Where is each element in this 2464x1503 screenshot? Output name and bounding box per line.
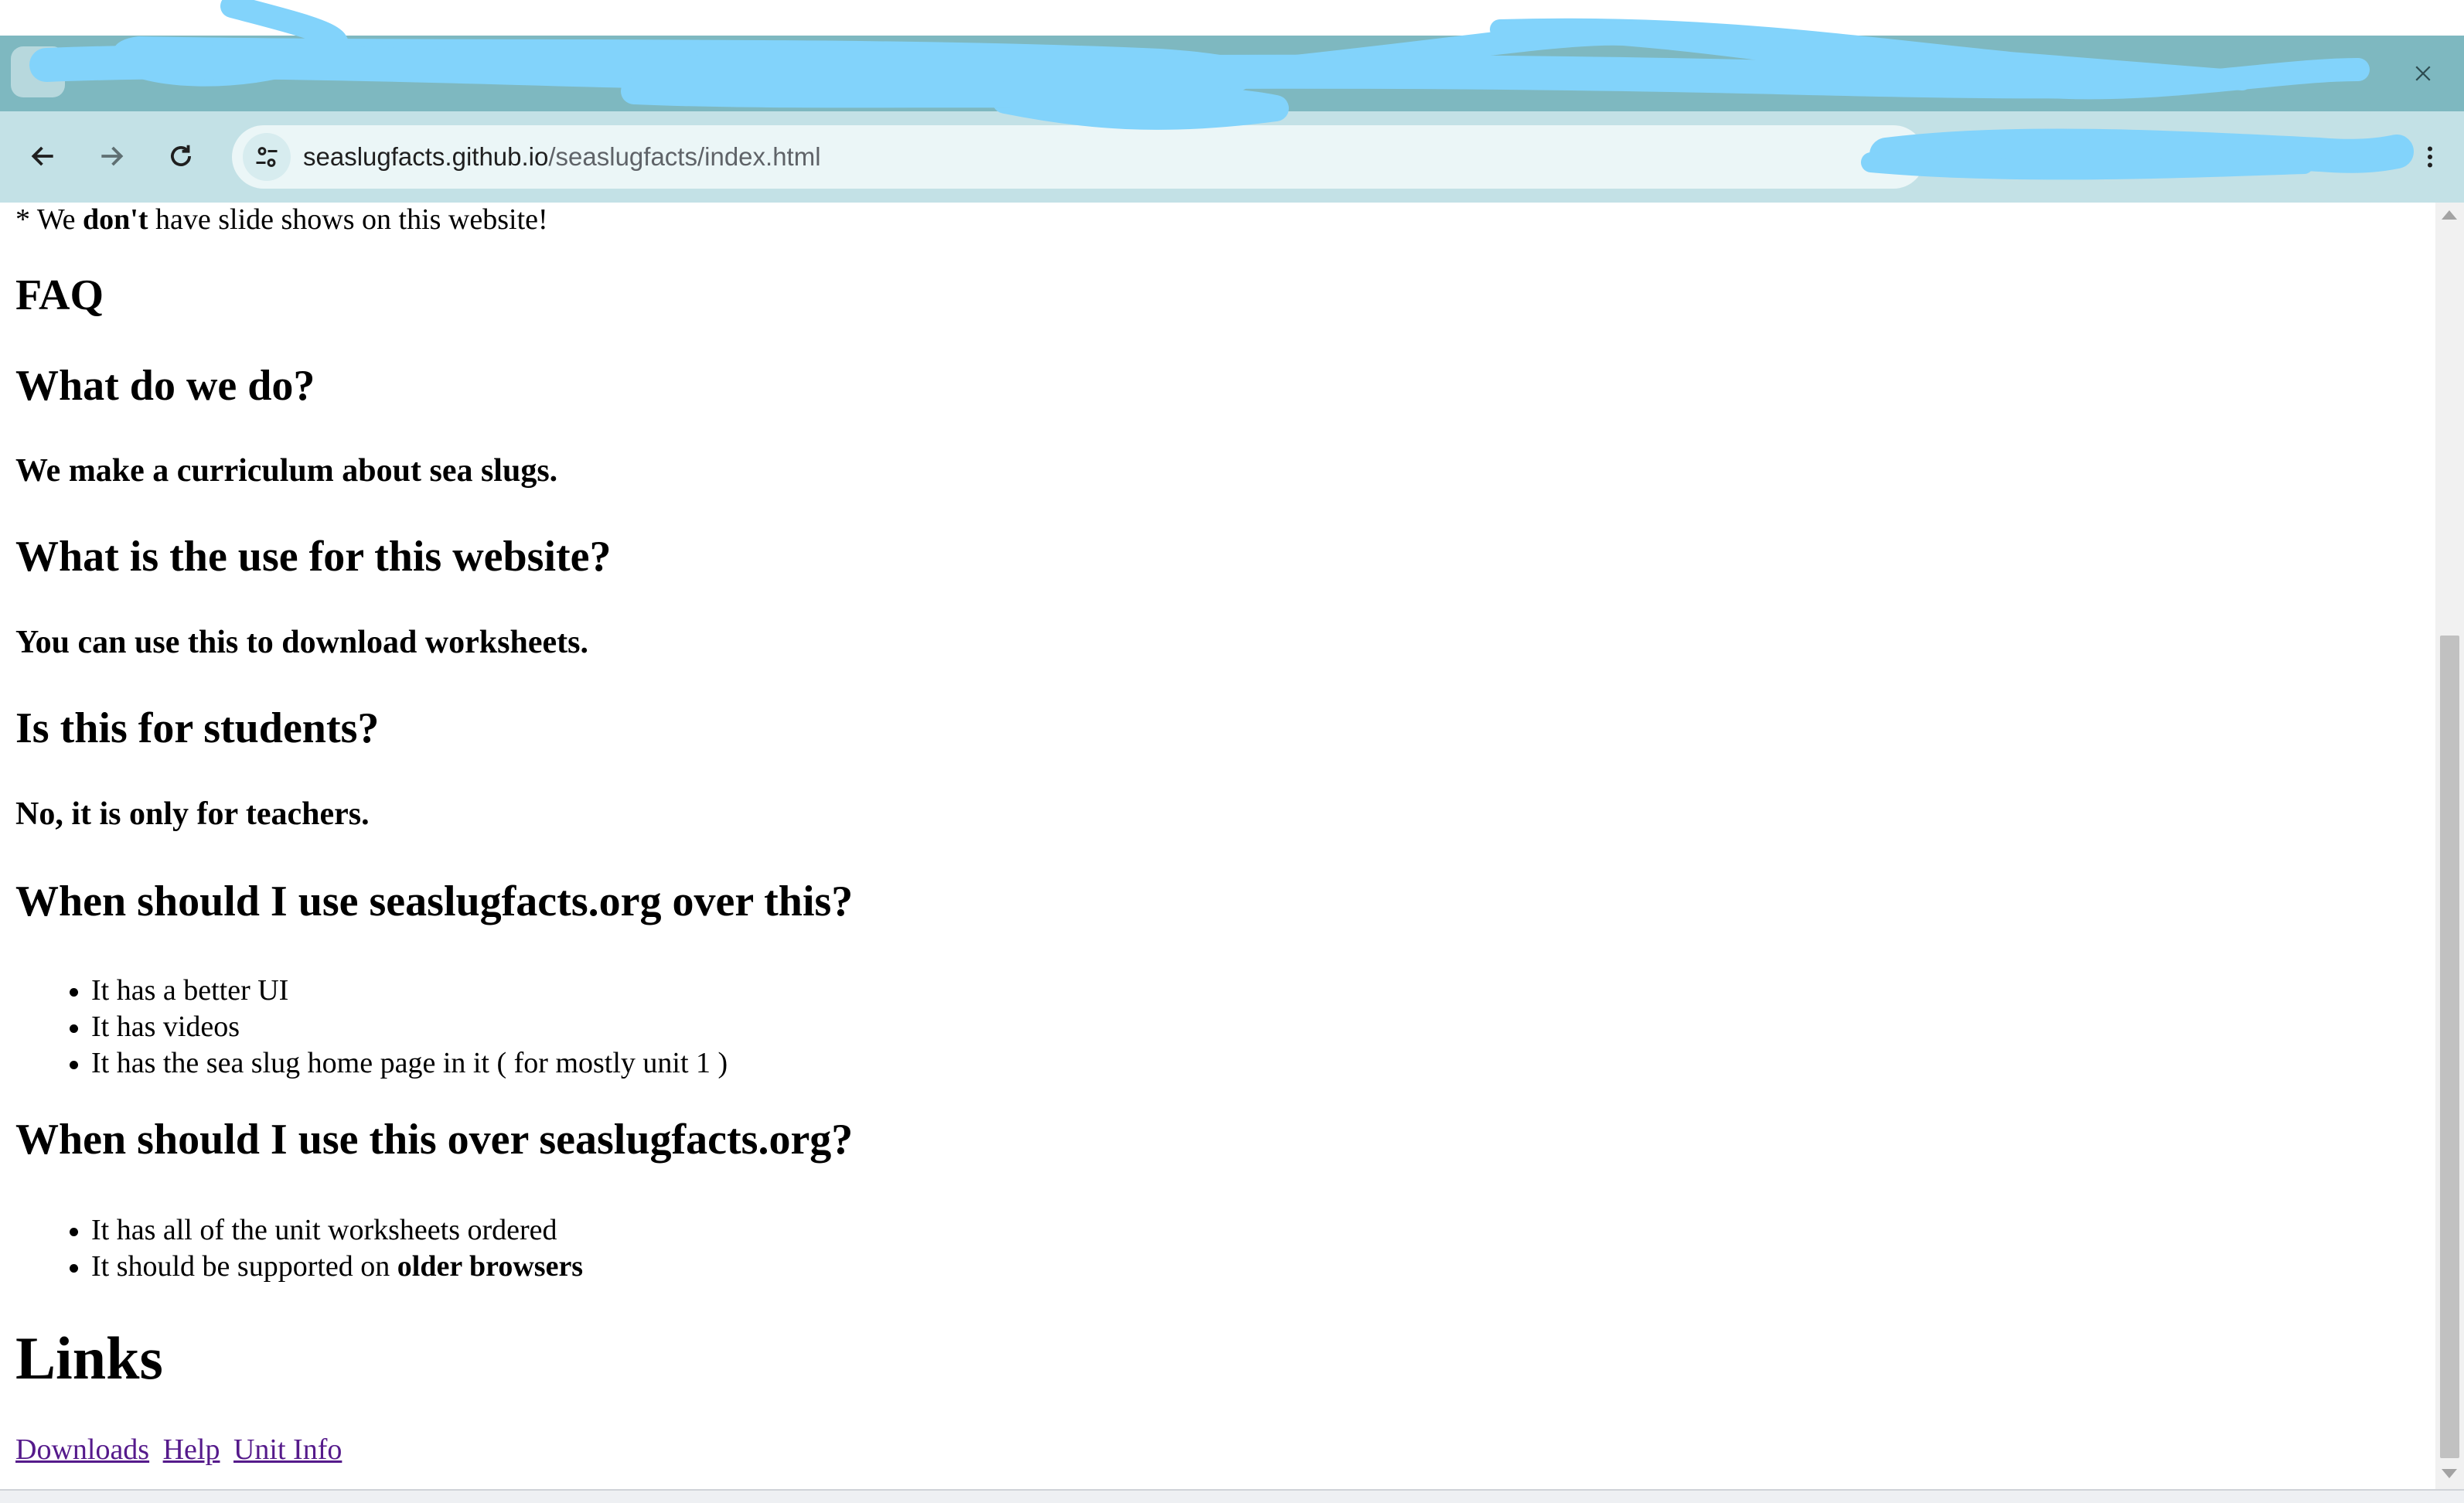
faq-question: Is this for students? <box>15 704 380 752</box>
arrow-left-icon <box>31 146 53 166</box>
list-item-text: It should be supported on <box>91 1250 397 1283</box>
unit-info-link[interactable]: Unit Info <box>233 1433 342 1466</box>
chevron-down-icon <box>31 68 45 77</box>
restore-button[interactable] <box>2306 46 2374 101</box>
links-heading: Links <box>15 1324 163 1392</box>
tune-icon <box>256 147 278 167</box>
note-bold: don't <box>83 203 148 236</box>
this-site-heading: When should I use this over seaslugfacts… <box>15 1116 854 1164</box>
url-text[interactable]: seaslugfacts.github.io/seaslugfacts/inde… <box>303 139 821 175</box>
faq-answer: You can use this to download worksheets. <box>15 625 588 660</box>
faq-answer: We make a curriculum about sea slugs. <box>15 453 558 489</box>
faq-heading: FAQ <box>15 271 104 319</box>
scroll-down-arrow-icon[interactable] <box>2442 1469 2457 1478</box>
this-site-list: It has all of the unit worksheets ordere… <box>15 1212 583 1285</box>
reload-button[interactable] <box>156 131 206 181</box>
kebab-menu-icon <box>2428 146 2432 168</box>
url-path: /seaslugfacts/index.html <box>548 142 821 171</box>
list-item: It has all of the unit worksheets ordere… <box>15 1212 583 1249</box>
arrow-right-icon <box>101 146 124 166</box>
close-window-button[interactable] <box>2389 46 2457 101</box>
page-viewport: * We don't have slide shows on this webs… <box>0 203 2435 1489</box>
faq-question: What do we do? <box>15 362 315 410</box>
help-link[interactable]: Help <box>163 1433 220 1466</box>
back-button[interactable] <box>19 131 68 181</box>
restore-icon <box>2332 66 2347 81</box>
minimize-icon <box>2245 72 2261 75</box>
taskbar-edge <box>0 1489 2464 1503</box>
reload-icon <box>171 145 191 166</box>
tab-strip <box>0 36 2464 111</box>
list-item: It has a better UI <box>15 973 728 1009</box>
list-item: It has videos <box>15 1009 728 1045</box>
faq-answer: No, it is only for teachers. <box>15 796 370 832</box>
site-info-button[interactable] <box>243 133 291 181</box>
downloads-link[interactable]: Downloads <box>15 1433 149 1466</box>
faq-question: What is the use for this website? <box>15 533 612 581</box>
url-host: seaslugfacts.github.io <box>303 142 549 171</box>
title-bar-top <box>0 0 2464 36</box>
extensions-button[interactable] <box>2162 135 2207 179</box>
minimize-button[interactable] <box>2219 46 2287 101</box>
puzzle-icon <box>2175 148 2193 168</box>
slideshow-note: * We don't have slide shows on this webs… <box>15 203 548 237</box>
tab-search-button[interactable] <box>11 46 65 97</box>
links-row: Downloads Help Unit Info <box>15 1432 348 1467</box>
list-item: It should be supported on older browsers <box>15 1249 583 1285</box>
scroll-up-arrow-icon[interactable] <box>2442 210 2457 220</box>
note-prefix: * We <box>15 203 83 236</box>
forward-button[interactable] <box>87 131 136 181</box>
list-item: It has the sea slug home page in it ( fo… <box>15 1045 728 1082</box>
seaslugfacts-org-list: It has a better UI It has videos It has … <box>15 973 728 1082</box>
browser-menu-button[interactable] <box>2408 135 2452 179</box>
close-icon <box>2415 66 2431 81</box>
note-suffix: have slide shows on this website! <box>148 203 548 236</box>
scrollbar-thumb[interactable] <box>2440 636 2459 1458</box>
older-browsers-bold: older browsers <box>397 1250 584 1283</box>
seaslugfacts-org-heading: When should I use seaslugfacts.org over … <box>15 878 854 925</box>
